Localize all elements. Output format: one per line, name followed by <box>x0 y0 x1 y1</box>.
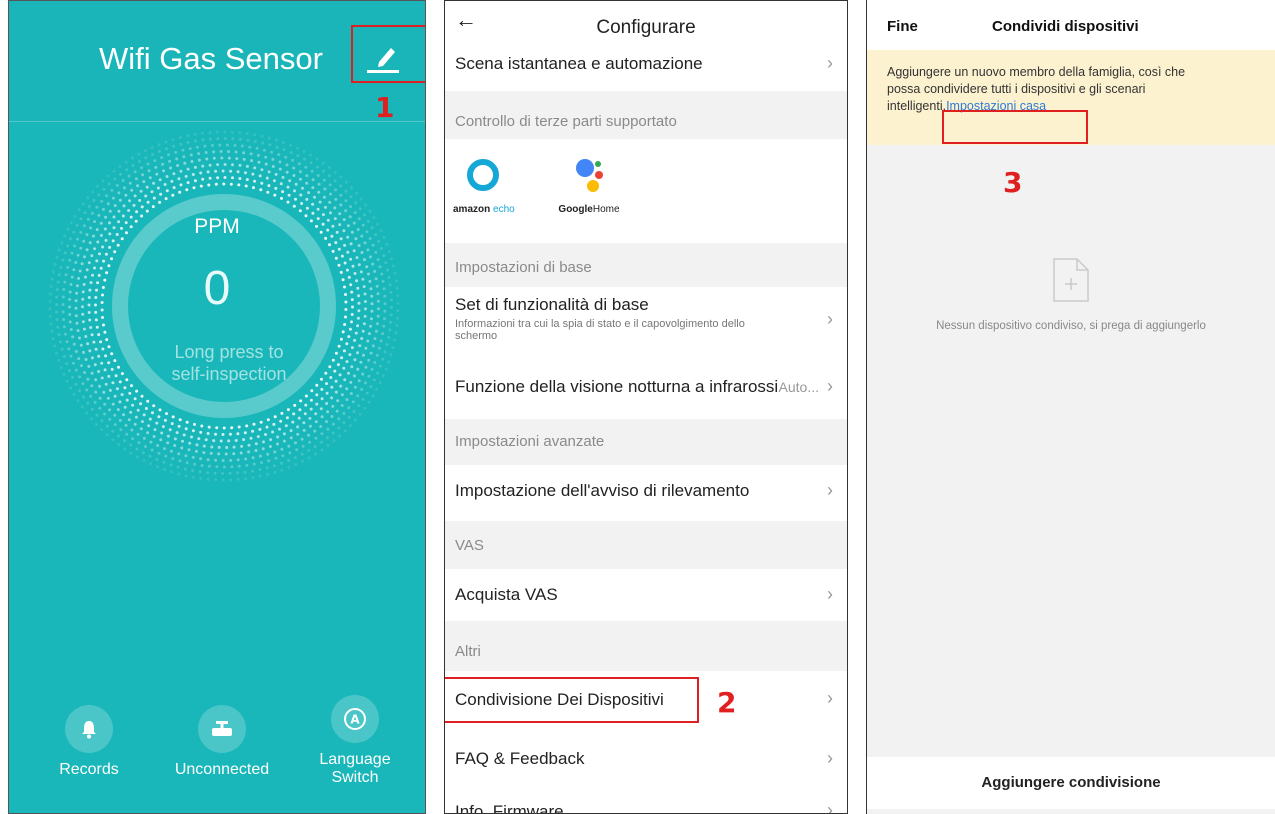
detection-alert-label: Impostazione dell'avviso di rilevamento <box>455 481 750 500</box>
ppm-unit-label: PPM <box>194 215 240 238</box>
done-button[interactable]: Fine <box>887 18 918 35</box>
records-label: Records <box>59 761 119 778</box>
configure-title: Configurare <box>596 17 696 38</box>
scene-automation-label: Scena istantanea e automazione <box>455 54 703 73</box>
faq-feedback-label: FAQ & Feedback <box>455 749 585 768</box>
advanced-header-label: Impostazioni avanzate <box>455 433 605 450</box>
third-party-header-label: Controllo di terze parti supportato <box>455 113 677 130</box>
configure-header: ← Configurare <box>445 1 847 39</box>
night-vision-row[interactable]: Funzione della visione notturna a infrar… <box>445 351 847 419</box>
echo-label: echo <box>493 204 515 215</box>
language-switch-label: Language Switch <box>319 751 391 786</box>
chevron-right-icon: › <box>827 688 833 708</box>
firmware-info-row[interactable]: Info. Firmware › <box>445 785 847 814</box>
basic-header-label: Impostazioni di base <box>455 259 592 276</box>
firmware-info-label: Info. Firmware <box>455 802 564 814</box>
section-header-basic: Impostazioni di base <box>445 243 847 287</box>
chevron-right-icon: › <box>827 800 833 814</box>
annotation-box-3 <box>942 110 1088 144</box>
basic-features-sublabel: Informazioni tra cui la spia di stato e … <box>455 318 745 342</box>
chevron-right-icon: › <box>827 480 833 500</box>
ppm-value: 0 <box>203 262 231 315</box>
amazon-label: amazon <box>453 204 491 215</box>
bell-icon <box>82 721 96 739</box>
buy-vas-label: Acquista VAS <box>455 585 558 604</box>
google-home-item[interactable]: GoogleHome <box>551 155 627 215</box>
buy-vas-row[interactable]: Acquista VAS › <box>445 569 847 621</box>
chevron-right-icon: › <box>827 748 833 768</box>
share-devices-panel: Fine Condividi dispositivi Aggiungere un… <box>866 0 1275 814</box>
section-header-advanced: Impostazioni avanzate <box>445 419 847 465</box>
chevron-right-icon: › <box>827 584 833 604</box>
chevron-right-icon: › <box>827 309 833 329</box>
annotation-number-2: 2 <box>717 686 737 719</box>
annotation-box-2 <box>445 677 699 723</box>
language-switch-button[interactable]: A Language Switch <box>305 695 405 787</box>
basic-features-label: Set di funzionalità di base <box>455 295 649 314</box>
empty-file-icon <box>1053 258 1089 302</box>
amazon-echo-logo-icon <box>467 159 499 191</box>
empty-state-text: Nessun dispositivo condiviso, si prega d… <box>936 320 1206 332</box>
self-inspection-hint: Long press to self-inspection <box>171 342 287 384</box>
third-party-services: amazon echo GoogleHome <box>445 139 847 243</box>
configure-panel: ← Configurare Scena istantanea e automaz… <box>444 0 848 814</box>
google-label: Google <box>558 204 593 215</box>
section-header-vas: VAS <box>445 521 847 569</box>
annotation-number-3: 3 <box>1003 166 1023 199</box>
add-sharing-button[interactable]: Aggiungere condivisione <box>867 757 1275 809</box>
google-assistant-logo-icon <box>576 159 603 192</box>
family-notice-text: Aggiungere un nuovo membro della famigli… <box>887 64 1217 115</box>
section-header-third-party: Controllo di terze parti supportato <box>445 91 847 139</box>
night-vision-value: Auto... <box>778 379 819 395</box>
vas-header-label: VAS <box>455 537 484 554</box>
connection-status-button[interactable]: Unconnected <box>172 705 272 779</box>
device-title: Wifi Gas Sensor <box>99 41 323 76</box>
share-title: Condividi dispositivi <box>992 18 1139 35</box>
section-header-others: Altri <box>445 621 847 671</box>
chevron-right-icon: › <box>827 53 833 73</box>
detection-alert-row[interactable]: Impostazione dell'avviso di rilevamento … <box>445 465 847 521</box>
annotation-box-1 <box>351 25 425 83</box>
gas-sensor-panel: Wifi Gas Sensor 1 PPM 0 Long press to se… <box>8 0 426 814</box>
scene-automation-row[interactable]: Scena istantanea e automazione › <box>445 39 847 91</box>
language-a-icon: A <box>344 708 366 730</box>
amazon-echo-item[interactable]: amazon echo <box>453 157 515 215</box>
share-header: Fine Condividi dispositivi <box>867 0 1275 50</box>
home-label: Home <box>592 204 620 215</box>
chevron-right-icon: › <box>827 376 833 396</box>
faq-feedback-row[interactable]: FAQ & Feedback › <box>445 729 847 785</box>
others-header-label: Altri <box>455 643 481 660</box>
add-sharing-label: Aggiungere condivisione <box>981 774 1161 791</box>
records-button[interactable]: Records <box>39 705 139 779</box>
annotation-number-1: 1 <box>375 91 395 124</box>
night-vision-label: Funzione della visione notturna a infrar… <box>455 377 779 396</box>
basic-features-row[interactable]: Set di funzionalità di base Informazioni… <box>445 287 847 351</box>
unconnected-label: Unconnected <box>174 761 270 778</box>
svg-text:A: A <box>350 713 360 727</box>
valve-icon <box>212 721 232 736</box>
